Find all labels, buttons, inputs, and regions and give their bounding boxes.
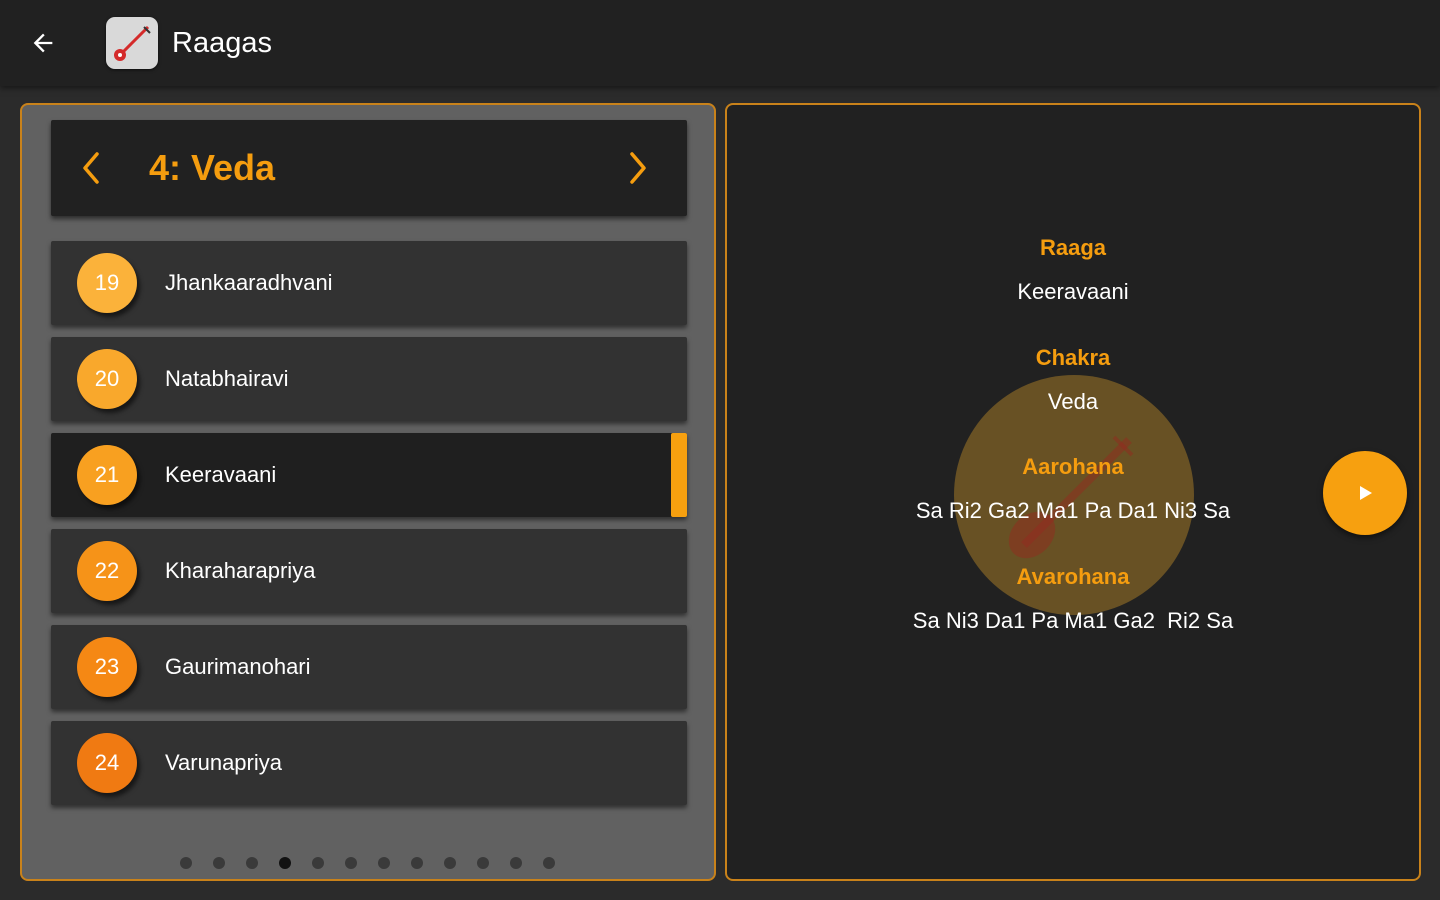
page-dot[interactable] [312,857,324,869]
raaga-number-badge: 23 [77,637,137,697]
raaga-list-panel: 4: Veda 19 Jhankaaradhvani 20 Natabhaira… [20,103,716,881]
chakra-header: 4: Veda [51,120,687,216]
app-title: Raagas [172,27,272,59]
chevron-left-icon [83,152,99,184]
raaga-number-badge: 21 [77,445,137,505]
page-dot[interactable] [180,857,192,869]
raaga-item-keeravaani[interactable]: 21 Keeravaani [51,433,687,517]
veena-icon [106,17,158,69]
page-dot[interactable] [279,857,291,869]
chakra-title: 4: Veda [149,147,276,188]
page-indicator [180,857,555,869]
raaga-item-natabhairavi[interactable]: 20 Natabhairavi [51,337,687,421]
page-dot[interactable] [345,857,357,869]
aarohana-label: Aarohana [1022,454,1124,479]
page-dot[interactable] [213,857,225,869]
play-icon [1360,486,1372,500]
raaga-number-badge: 20 [77,349,137,409]
chakra-value: Veda [1047,389,1099,414]
raaga-item-kharaharapriya[interactable]: 22 Kharaharapriya [51,529,687,613]
aarohana-value: Sa Ri2 Ga2 Ma1 Pa Da1 Ni3 Sa [915,498,1231,523]
arrow-left-icon [33,33,53,53]
avarohana-label: Avarohana [1016,564,1130,589]
page-dot[interactable] [378,857,390,869]
page-dot[interactable] [444,857,456,869]
avarohana-value: Sa Ni3 Da1 Pa Ma1 Ga2 Ri2 Sa [912,608,1234,633]
page-dot[interactable] [510,857,522,869]
raaga-label: Raaga [1039,235,1107,260]
raaga-item-gaurimanohari[interactable]: 23 Gaurimanohari [51,625,687,709]
page-dot[interactable] [543,857,555,869]
raaga-name: Kharaharapriya [165,558,316,583]
raaga-name: Keeravaani [165,462,277,487]
raaga-name: Gaurimanohari [165,654,311,679]
raaga-item-jhankaaradhvani[interactable]: 19 Jhankaaradhvani [51,241,687,325]
play-button[interactable] [1323,451,1407,535]
raaga-detail-panel: Raaga Keeravaani Chakra Veda Aarohana Sa… [725,103,1421,881]
chakra-label: Chakra [1035,345,1111,370]
chevron-right-icon [630,152,646,184]
page-dot[interactable] [411,857,423,869]
raaga-number-badge: 22 [77,541,137,601]
raaga-number-badge: 19 [77,253,137,313]
selection-indicator [671,433,687,517]
raaga-number-badge: 24 [77,733,137,793]
app-bar: Raagas [0,0,1440,86]
raaga-value: Keeravaani [1017,279,1129,304]
raaga-name: Jhankaaradhvani [165,270,333,295]
raaga-name: Natabhairavi [165,366,289,391]
raaga-item-varunapriya[interactable]: 24 Varunapriya [51,721,687,805]
page-dot[interactable] [477,857,489,869]
next-chakra-button[interactable] [618,148,658,188]
previous-chakra-button[interactable] [71,148,111,188]
back-button[interactable] [22,22,64,64]
page-dot[interactable] [246,857,258,869]
raaga-name: Varunapriya [165,750,282,775]
